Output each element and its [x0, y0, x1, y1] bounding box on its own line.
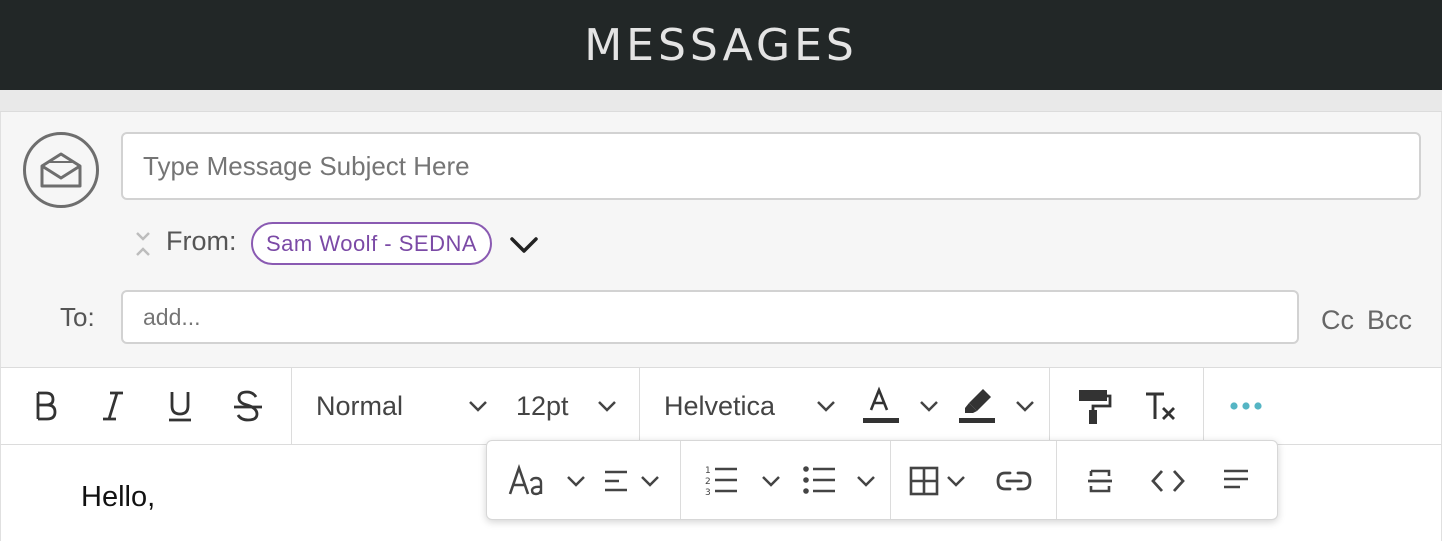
- chevron-down-icon: [947, 476, 965, 487]
- font-case-button[interactable]: [507, 457, 591, 505]
- table-button[interactable]: [909, 457, 973, 505]
- numbered-list-icon: 1 2 3: [705, 466, 737, 498]
- svg-text:1: 1: [705, 466, 711, 476]
- popup-divider: [890, 441, 891, 519]
- underline-icon[interactable]: [158, 380, 202, 432]
- font-family-value: Helvetica: [664, 390, 776, 421]
- envelope-icon: [23, 132, 99, 208]
- from-sender-name: Sam Woolf - SEDNA: [266, 230, 478, 256]
- chevron-down-icon: [598, 401, 616, 412]
- svg-text:2: 2: [705, 477, 711, 487]
- font-case-icon: [508, 464, 543, 496]
- font-size-select[interactable]: 12pt: [507, 380, 625, 432]
- block-format-value: Normal: [316, 390, 404, 421]
- toolbar-divider: [1049, 368, 1050, 445]
- subject-input[interactable]: [121, 132, 1421, 200]
- page-title: MESSAGES: [584, 19, 858, 71]
- top-bar: MESSAGES: [0, 0, 1442, 90]
- strikethrough-icon[interactable]: [226, 380, 270, 432]
- cc-button[interactable]: Cc: [1321, 305, 1354, 336]
- align-left-icon: [605, 470, 627, 492]
- chevron-down-icon: [641, 476, 659, 487]
- text-color-icon: [863, 386, 899, 423]
- chevron-down-icon: [857, 476, 875, 487]
- block-format-select[interactable]: Normal: [307, 380, 497, 432]
- font-family-select[interactable]: Helvetica: [655, 380, 841, 432]
- numbered-list-button[interactable]: 1 2 3: [703, 457, 787, 505]
- highlight-button[interactable]: [955, 380, 1045, 432]
- to-label: To:: [60, 302, 95, 332]
- chevron-down-icon: [469, 401, 487, 412]
- chevron-down-icon: [817, 401, 835, 412]
- popup-divider: [680, 441, 681, 519]
- toolbar-divider: [639, 368, 640, 445]
- bulleted-list-button[interactable]: [801, 457, 885, 505]
- format-painter-icon[interactable]: [1069, 380, 1117, 432]
- chevron-down-icon: [920, 401, 938, 412]
- link-icon[interactable]: [991, 457, 1037, 505]
- toolbar-divider: [1203, 368, 1204, 445]
- popup-divider: [1056, 441, 1057, 519]
- table-icon: [909, 466, 939, 496]
- formatting-toolbar: Normal 12pt Helvetica: [0, 367, 1442, 445]
- toolbar-divider: [291, 368, 292, 445]
- bulleted-list-icon: [803, 466, 835, 494]
- horizontal-line-icon[interactable]: [1077, 457, 1123, 505]
- align-button[interactable]: [603, 457, 665, 505]
- chevron-down-icon: [762, 476, 780, 487]
- font-size-value: 12pt: [516, 390, 569, 421]
- bcc-button[interactable]: Bcc: [1367, 305, 1412, 336]
- highlight-icon: [959, 389, 995, 423]
- chevron-down-icon[interactable]: [509, 234, 539, 256]
- header-spacer: [0, 90, 1442, 112]
- chevron-down-icon: [1016, 401, 1034, 412]
- from-sender-chip[interactable]: Sam Woolf - SEDNA: [251, 222, 493, 265]
- editor-body-text[interactable]: Hello,: [81, 481, 155, 514]
- paragraph-icon[interactable]: [1213, 457, 1259, 505]
- chevron-down-icon: [567, 476, 585, 487]
- to-input[interactable]: [121, 290, 1299, 344]
- clear-formatting-icon[interactable]: [1137, 380, 1185, 432]
- code-icon[interactable]: [1145, 457, 1191, 505]
- from-label: From:: [166, 226, 237, 256]
- more-icon[interactable]: [1223, 380, 1269, 432]
- collapse-icon[interactable]: [133, 230, 153, 258]
- text-color-button[interactable]: [857, 380, 947, 432]
- italic-icon[interactable]: [91, 380, 135, 432]
- bold-icon[interactable]: [23, 380, 67, 432]
- more-toolbar-popup: 1 2 3: [486, 440, 1278, 520]
- svg-text:3: 3: [705, 488, 711, 498]
